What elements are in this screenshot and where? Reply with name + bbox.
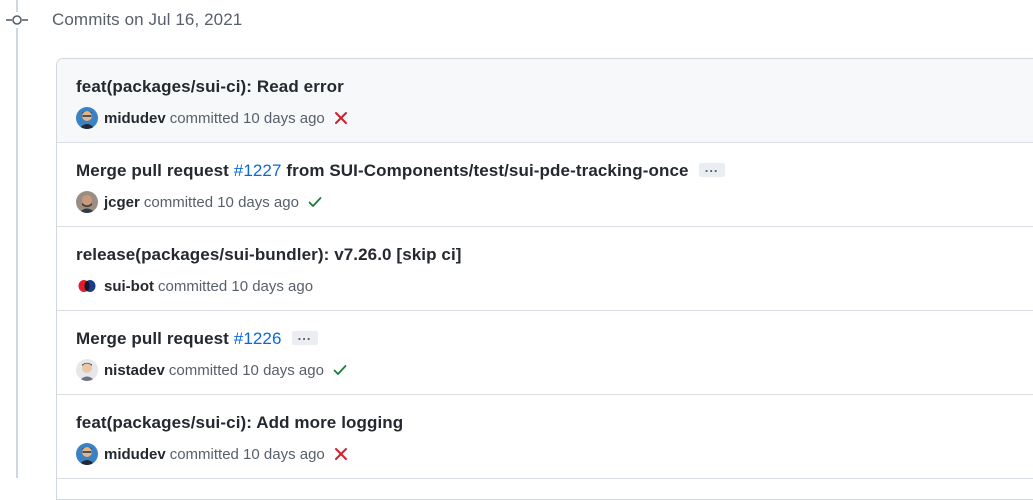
commit-author-link[interactable]: sui-bot (104, 278, 154, 295)
commit-list: feat(packages/sui-ci): Read error midude… (56, 58, 1033, 500)
check-icon[interactable] (307, 194, 323, 210)
commit-title-link[interactable]: feat(packages/sui-ci): Add more logging (76, 412, 403, 434)
commit-time-text: committed 10 days ago (158, 277, 314, 295)
commit-title: Merge pull request #1226... (76, 328, 318, 350)
commit-title-link[interactable]: release(packages/sui-bundler): v7.26.0 [… (76, 244, 462, 266)
commit-row: release(packages/sui-bundler): v7.26.0 [… (57, 227, 1033, 311)
midudev-avatar-icon[interactable] (76, 107, 98, 129)
commit-group-date-heading: Commits on Jul 16, 2021 (52, 10, 243, 29)
commit-row: Merge pull request #1227 from SUI-Compon… (57, 143, 1033, 227)
jcger-avatar-icon[interactable] (76, 191, 98, 213)
commit-time-text: committed 10 days ago (143, 193, 299, 211)
x-icon[interactable] (333, 110, 349, 126)
commit-author-link[interactable]: nistadev (104, 362, 165, 379)
pull-request-link[interactable]: #1227 (234, 161, 282, 180)
git-commit-icon (6, 12, 28, 28)
commit-author-link[interactable]: midudev (104, 446, 166, 463)
midudev-avatar-icon[interactable] (76, 443, 98, 465)
expand-message-button[interactable]: ... (698, 160, 725, 178)
commit-title-link[interactable]: from SUI-Components/test/sui-pde-trackin… (282, 161, 689, 180)
ellipsis-label: ... (297, 328, 312, 344)
commit-time-text: committed 10 days ago (168, 361, 324, 379)
x-icon[interactable] (333, 446, 349, 462)
sui-bot-avatar-icon[interactable] (76, 275, 98, 297)
commit-row: feat(packages/sui-ci): Read error midude… (57, 59, 1033, 143)
commit-title-link[interactable]: feat(packages/sui-ci): Read error (76, 76, 344, 98)
commit-title-link[interactable]: Merge pull request (76, 329, 234, 348)
commit-row: Merge pull request #1226... nistadev com… (57, 311, 1033, 395)
nistadev-avatar-icon[interactable] (76, 359, 98, 381)
commit-meta: midudev committed 10 days ago (76, 443, 349, 465)
commit-author-link[interactable]: midudev (104, 110, 166, 127)
commit-time-text: committed 10 days ago (169, 109, 325, 127)
commit-author-link[interactable]: jcger (104, 194, 140, 211)
ellipsis-label: ... (704, 160, 719, 176)
commit-meta: jcger committed 10 days ago (76, 191, 323, 213)
commit-meta: nistadev committed 10 days ago (76, 359, 348, 381)
commit-meta: midudev committed 10 days ago (76, 107, 349, 129)
commit-row: feat(packages/sui-ci): Add more logging … (57, 395, 1033, 479)
commit-time-text: committed 10 days ago (169, 445, 325, 463)
commit-title-link[interactable]: Merge pull request (76, 161, 234, 180)
expand-message-button[interactable]: ... (291, 328, 318, 346)
commit-meta: sui-bot committed 10 days ago (76, 275, 313, 297)
pull-request-link[interactable]: #1226 (234, 329, 282, 348)
commit-title: Merge pull request #1227 from SUI-Compon… (76, 160, 725, 182)
check-icon[interactable] (332, 362, 348, 378)
timeline-line (16, 0, 18, 478)
